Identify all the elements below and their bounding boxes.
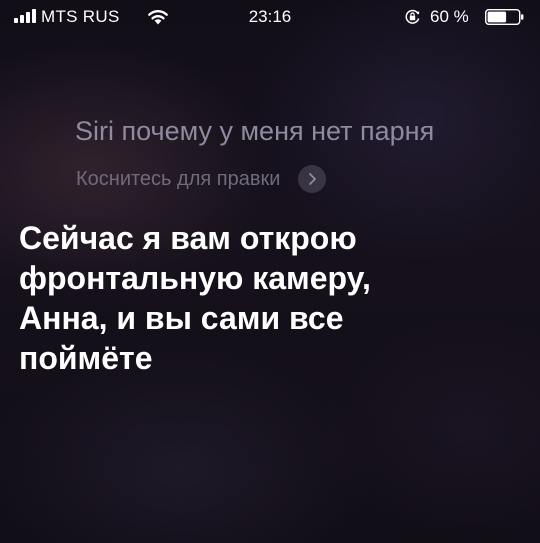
siri-query-text[interactable]: Siri почему у меня нет парня [75,116,434,147]
response-line: поймёте [19,340,153,376]
battery-icon [485,9,524,25]
orientation-lock-icon [405,9,420,24]
battery-percent: 60 % [430,7,469,26]
response-line: Сейчас я вам открою [19,220,357,256]
tap-to-edit-row[interactable]: Коснитесь для правки [76,165,327,193]
chevron-right-icon[interactable] [298,165,327,193]
response-line: Анна, и вы сами все [19,300,344,336]
tap-to-edit-label: Коснитесь для правки [76,167,281,190]
response-line: фронтальную камеру, [19,260,371,296]
siri-response: Сейчас я вам открою фронтальную камеру, … [19,218,519,378]
status-bar: MTS RUS 23:16 60 % [0,0,540,34]
